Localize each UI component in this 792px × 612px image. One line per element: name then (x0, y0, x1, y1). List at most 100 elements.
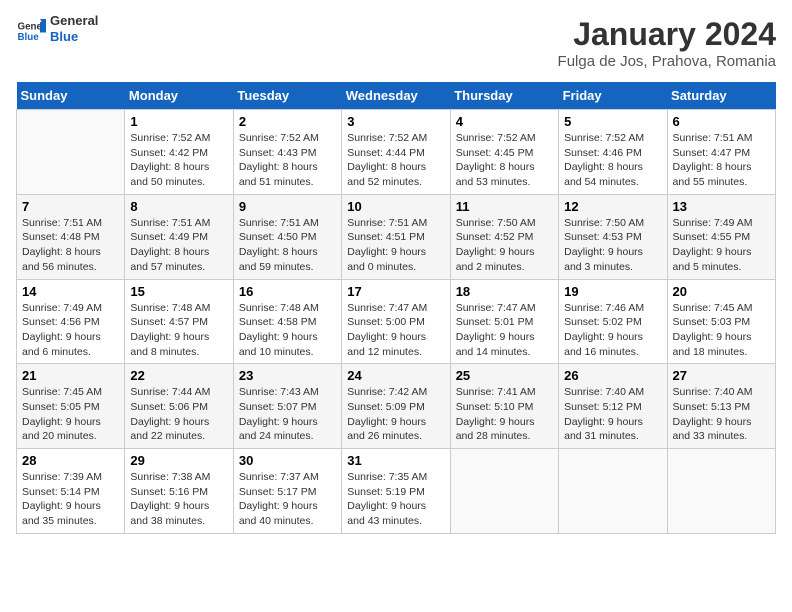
day-info: Sunrise: 7:52 AMSunset: 4:46 PMDaylight:… (564, 131, 661, 190)
calendar-cell: 5 Sunrise: 7:52 AMSunset: 4:46 PMDaylight… (559, 110, 667, 195)
day-info: Sunrise: 7:47 AMSunset: 5:01 PMDaylight:… (456, 301, 553, 360)
calendar-cell (17, 110, 125, 195)
weekday-sunday: Sunday (17, 82, 125, 110)
calendar-week-1: 1 Sunrise: 7:52 AMSunset: 4:42 PMDaylight… (17, 110, 776, 195)
calendar-cell: 14Sunrise: 7:49 AMSunset: 4:56 PMDayligh… (17, 279, 125, 364)
logo-blue-text: Blue (50, 29, 98, 45)
calendar-cell: 17Sunrise: 7:47 AMSunset: 5:00 PMDayligh… (342, 279, 450, 364)
weekday-saturday: Saturday (667, 82, 775, 110)
svg-text:Blue: Blue (18, 32, 40, 43)
weekday-monday: Monday (125, 82, 233, 110)
calendar-cell: 2 Sunrise: 7:52 AMSunset: 4:43 PMDaylight… (233, 110, 341, 195)
day-number: 11 (456, 199, 553, 214)
weekday-tuesday: Tuesday (233, 82, 341, 110)
day-number: 15 (130, 284, 227, 299)
day-info: Sunrise: 7:40 AMSunset: 5:13 PMDaylight:… (673, 385, 770, 444)
day-number: 1 (130, 114, 227, 129)
calendar-cell: 10 Sunrise: 7:51 AMSunset: 4:51 PMDayligh… (342, 194, 450, 279)
day-number: 13 (673, 199, 770, 214)
day-info: Sunrise: 7:52 AMSunset: 4:44 PMDaylight:… (347, 131, 444, 190)
day-number: 12 (564, 199, 661, 214)
calendar-cell: 16 Sunrise: 7:48 AMSunset: 4:58 PMDayligh… (233, 279, 341, 364)
weekday-header-row: SundayMondayTuesdayWednesdayThursdayFrid… (17, 82, 776, 110)
calendar-cell: 23 Sunrise: 7:43 AMSunset: 5:07 PMDayligh… (233, 364, 341, 449)
day-info: Sunrise: 7:44 AMSunset: 5:06 PMDaylight:… (130, 385, 227, 444)
calendar-cell: 8Sunrise: 7:51 AMSunset: 4:49 PMDaylight… (125, 194, 233, 279)
day-info: Sunrise: 7:35 AMSunset: 5:19 PMDaylight:… (347, 470, 444, 529)
calendar-cell (559, 449, 667, 534)
calendar-cell: 3 Sunrise: 7:52 AMSunset: 4:44 PMDaylight… (342, 110, 450, 195)
logo: General Blue General Blue (16, 16, 98, 46)
day-number: 28 (22, 453, 119, 468)
day-number: 6 (673, 114, 770, 129)
calendar-cell: 25 Sunrise: 7:41 AMSunset: 5:10 PMDayligh… (450, 364, 558, 449)
calendar-table: SundayMondayTuesdayWednesdayThursdayFrid… (16, 82, 776, 534)
day-info: Sunrise: 7:48 AMSunset: 4:58 PMDaylight:… (239, 301, 336, 360)
day-info: Sunrise: 7:51 AMSunset: 4:48 PMDaylight:… (22, 216, 119, 275)
day-info: Sunrise: 7:42 AMSunset: 5:09 PMDaylight:… (347, 385, 444, 444)
day-info: Sunrise: 7:52 AMSunset: 4:45 PMDaylight:… (456, 131, 553, 190)
calendar-week-5: 28Sunrise: 7:39 AMSunset: 5:14 PMDayligh… (17, 449, 776, 534)
weekday-wednesday: Wednesday (342, 82, 450, 110)
day-number: 10 (347, 199, 444, 214)
calendar-cell: 7 Sunrise: 7:51 AMSunset: 4:48 PMDaylight… (17, 194, 125, 279)
day-info: Sunrise: 7:38 AMSunset: 5:16 PMDaylight:… (130, 470, 227, 529)
page-header: General Blue General Blue January 2024 F… (16, 16, 776, 70)
day-number: 7 (22, 199, 119, 214)
logo-icon: General Blue (16, 16, 46, 46)
day-number: 24 (347, 368, 444, 383)
calendar-cell (667, 449, 775, 534)
day-number: 2 (239, 114, 336, 129)
calendar-cell: 26 Sunrise: 7:40 AMSunset: 5:12 PMDayligh… (559, 364, 667, 449)
day-number: 23 (239, 368, 336, 383)
calendar-cell: 29 Sunrise: 7:38 AMSunset: 5:16 PMDayligh… (125, 449, 233, 534)
day-number: 9 (239, 199, 336, 214)
logo-general-text: General (50, 13, 98, 29)
day-number: 31 (347, 453, 444, 468)
calendar-cell: 4 Sunrise: 7:52 AMSunset: 4:45 PMDaylight… (450, 110, 558, 195)
calendar-cell: 24 Sunrise: 7:42 AMSunset: 5:09 PMDayligh… (342, 364, 450, 449)
day-number: 3 (347, 114, 444, 129)
calendar-cell: 9Sunrise: 7:51 AMSunset: 4:50 PMDaylight… (233, 194, 341, 279)
day-info: Sunrise: 7:49 AMSunset: 4:55 PMDaylight:… (673, 216, 770, 275)
day-info: Sunrise: 7:48 AMSunset: 4:57 PMDaylight:… (130, 301, 227, 360)
day-info: Sunrise: 7:50 AMSunset: 4:53 PMDaylight:… (564, 216, 661, 275)
day-info: Sunrise: 7:37 AMSunset: 5:17 PMDaylight:… (239, 470, 336, 529)
day-info: Sunrise: 7:52 AMSunset: 4:43 PMDaylight:… (239, 131, 336, 190)
month-title: January 2024 (558, 16, 776, 53)
calendar-cell (450, 449, 558, 534)
calendar-cell: 1 Sunrise: 7:52 AMSunset: 4:42 PMDaylight… (125, 110, 233, 195)
day-info: Sunrise: 7:47 AMSunset: 5:00 PMDaylight:… (347, 301, 444, 360)
day-number: 14 (22, 284, 119, 299)
day-number: 5 (564, 114, 661, 129)
day-number: 22 (130, 368, 227, 383)
location-text: Fulga de Jos, Prahova, Romania (558, 53, 776, 70)
title-block: January 2024 Fulga de Jos, Prahova, Roma… (558, 16, 776, 70)
day-info: Sunrise: 7:51 AMSunset: 4:51 PMDaylight:… (347, 216, 444, 275)
day-info: Sunrise: 7:46 AMSunset: 5:02 PMDaylight:… (564, 301, 661, 360)
day-info: Sunrise: 7:45 AMSunset: 5:05 PMDaylight:… (22, 385, 119, 444)
weekday-thursday: Thursday (450, 82, 558, 110)
calendar-cell: 19Sunrise: 7:46 AMSunset: 5:02 PMDayligh… (559, 279, 667, 364)
day-number: 18 (456, 284, 553, 299)
day-info: Sunrise: 7:43 AMSunset: 5:07 PMDaylight:… (239, 385, 336, 444)
day-number: 16 (239, 284, 336, 299)
day-number: 25 (456, 368, 553, 383)
day-info: Sunrise: 7:45 AMSunset: 5:03 PMDaylight:… (673, 301, 770, 360)
day-number: 20 (673, 284, 770, 299)
day-number: 4 (456, 114, 553, 129)
calendar-cell: 21Sunrise: 7:45 AMSunset: 5:05 PMDayligh… (17, 364, 125, 449)
weekday-friday: Friday (559, 82, 667, 110)
calendar-cell: 30Sunrise: 7:37 AMSunset: 5:17 PMDayligh… (233, 449, 341, 534)
calendar-week-3: 14Sunrise: 7:49 AMSunset: 4:56 PMDayligh… (17, 279, 776, 364)
calendar-cell: 28Sunrise: 7:39 AMSunset: 5:14 PMDayligh… (17, 449, 125, 534)
day-info: Sunrise: 7:40 AMSunset: 5:12 PMDaylight:… (564, 385, 661, 444)
calendar-cell: 20 Sunrise: 7:45 AMSunset: 5:03 PMDayligh… (667, 279, 775, 364)
day-info: Sunrise: 7:51 AMSunset: 4:47 PMDaylight:… (673, 131, 770, 190)
day-number: 29 (130, 453, 227, 468)
day-number: 26 (564, 368, 661, 383)
calendar-cell: 18 Sunrise: 7:47 AMSunset: 5:01 PMDayligh… (450, 279, 558, 364)
day-info: Sunrise: 7:41 AMSunset: 5:10 PMDaylight:… (456, 385, 553, 444)
calendar-week-2: 7 Sunrise: 7:51 AMSunset: 4:48 PMDaylight… (17, 194, 776, 279)
day-info: Sunrise: 7:52 AMSunset: 4:42 PMDaylight:… (130, 131, 227, 190)
